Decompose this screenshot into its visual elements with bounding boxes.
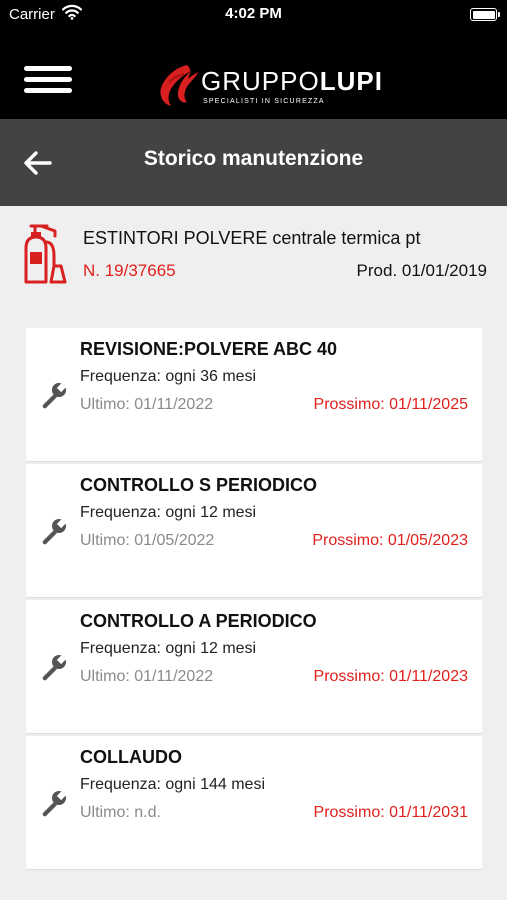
maintenance-last: Ultimo: 01/11/2022 bbox=[80, 668, 214, 685]
wrench-icon bbox=[42, 790, 67, 817]
logo-tagline: SPECIALISTI IN SICUREZZA bbox=[203, 98, 325, 105]
maintenance-frequency: Frequenza: ogni 36 mesi bbox=[80, 368, 257, 385]
maintenance-next: Prossimo: 01/11/2031 bbox=[313, 804, 468, 821]
maintenance-next: Prossimo: 01/11/2023 bbox=[313, 668, 468, 685]
app-header: GRUPPOLUPI SPECIALISTI IN SICUREZZA bbox=[0, 30, 507, 119]
maintenance-card[interactable]: REVISIONE:POLVERE ABC 40 Frequenza: ogni… bbox=[26, 328, 482, 462]
maintenance-title: CONTROLLO S PERIODICO bbox=[80, 475, 318, 495]
product-number: N. 19/37665 bbox=[83, 261, 176, 280]
maintenance-frequency: Frequenza: ogni 144 mesi bbox=[80, 776, 265, 793]
maintenance-next: Prossimo: 01/05/2023 bbox=[312, 532, 468, 549]
status-time: 4:02 PM bbox=[225, 5, 282, 22]
maintenance-next: Prossimo: 01/11/2025 bbox=[313, 396, 468, 413]
hamburger-icon[interactable] bbox=[24, 64, 74, 94]
product-name: ESTINTORI POLVERE centrale termica pt bbox=[83, 228, 421, 248]
maintenance-card[interactable]: CONTROLLO A PERIODICO Frequenza: ogni 12… bbox=[26, 600, 482, 734]
maintenance-last: Ultimo: 01/11/2022 bbox=[80, 396, 214, 413]
maintenance-title: CONTROLLO A PERIODICO bbox=[80, 611, 317, 631]
logo-brush-icon bbox=[160, 65, 198, 106]
gruppo-lupi-logo: GRUPPOLUPI SPECIALISTI IN SICUREZZA bbox=[157, 60, 382, 110]
wrench-icon bbox=[42, 518, 67, 545]
product-header: ESTINTORI POLVERE centrale termica pt N.… bbox=[0, 206, 507, 298]
fire-extinguisher-icon bbox=[24, 224, 67, 284]
maintenance-card[interactable]: COLLAUDO Frequenza: ogni 144 mesi Ultimo… bbox=[26, 736, 482, 870]
wrench-icon bbox=[42, 654, 67, 681]
battery-icon bbox=[470, 8, 500, 21]
status-bar: Carrier 4:02 PM bbox=[0, 0, 507, 30]
maintenance-frequency: Frequenza: ogni 12 mesi bbox=[80, 504, 257, 521]
maintenance-last: Ultimo: 01/05/2022 bbox=[80, 532, 215, 549]
maintenance-last: Ultimo: n.d. bbox=[80, 804, 161, 821]
maintenance-title: COLLAUDO bbox=[80, 747, 182, 767]
maintenance-card[interactable]: CONTROLLO S PERIODICO Frequenza: ogni 12… bbox=[26, 464, 482, 598]
nav-bar: Storico manutenzione bbox=[0, 119, 507, 206]
production-date: Prod. 01/01/2019 bbox=[356, 261, 487, 280]
wrench-icon bbox=[42, 382, 67, 409]
page-title: Storico manutenzione bbox=[143, 147, 364, 170]
logo-name: GRUPPOLUPI bbox=[201, 66, 383, 96]
maintenance-frequency: Frequenza: ogni 12 mesi bbox=[80, 640, 257, 657]
maintenance-title: REVISIONE:POLVERE ABC 40 bbox=[80, 339, 338, 359]
